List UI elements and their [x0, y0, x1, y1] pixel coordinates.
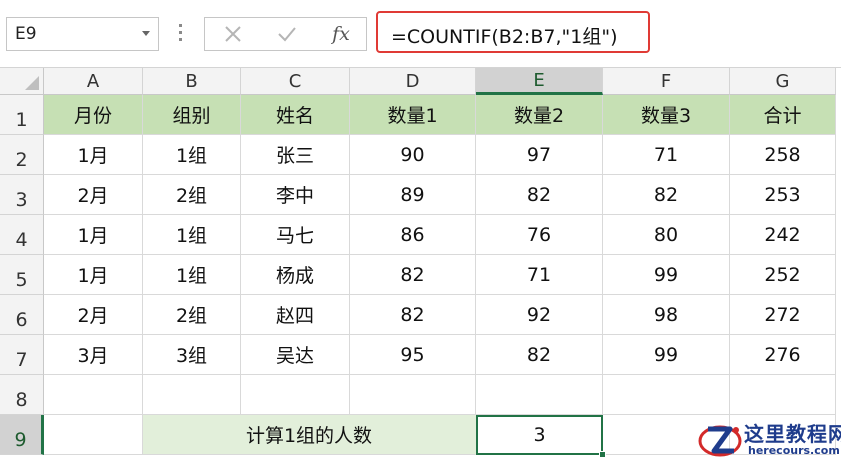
- table-cell[interactable]: 258: [730, 135, 836, 175]
- header-cell[interactable]: 月份: [44, 95, 143, 135]
- table-cell[interactable]: 82: [350, 295, 476, 335]
- empty-cell[interactable]: [44, 375, 143, 415]
- table-cell[interactable]: 1月: [44, 135, 143, 175]
- chevron-down-icon[interactable]: [142, 31, 150, 36]
- header-cell[interactable]: 数量2: [476, 95, 603, 135]
- header-cell[interactable]: 数量3: [603, 95, 730, 135]
- table-cell[interactable]: 2组: [143, 175, 241, 215]
- table-cell[interactable]: 82: [603, 175, 730, 215]
- row-header-5[interactable]: 5: [0, 255, 44, 295]
- logo-url: herecours.com: [748, 444, 840, 457]
- select-all-icon: [25, 76, 39, 90]
- empty-cell[interactable]: [143, 375, 241, 415]
- x-icon: [225, 26, 241, 42]
- empty-cell[interactable]: [44, 415, 143, 455]
- table-cell[interactable]: 99: [603, 255, 730, 295]
- insert-function-button[interactable]: fx: [321, 18, 361, 50]
- table-cell[interactable]: 80: [603, 215, 730, 255]
- header-cell[interactable]: 姓名: [241, 95, 350, 135]
- table-cell[interactable]: 2组: [143, 295, 241, 335]
- table-cell[interactable]: 76: [476, 215, 603, 255]
- table-cell[interactable]: 1组: [143, 135, 241, 175]
- header-cell[interactable]: 数量1: [350, 95, 476, 135]
- row-header-6[interactable]: 6: [0, 295, 44, 335]
- table-cell[interactable]: 95: [350, 335, 476, 375]
- table-cell[interactable]: 1月: [44, 215, 143, 255]
- logo-emblem-icon: [698, 425, 742, 457]
- table-cell[interactable]: 2月: [44, 295, 143, 335]
- select-all-button[interactable]: [0, 68, 44, 95]
- formula-buttons: fx: [204, 17, 367, 51]
- table-cell[interactable]: 马七: [241, 215, 350, 255]
- table-cell[interactable]: 71: [603, 135, 730, 175]
- row-header-7[interactable]: 7: [0, 335, 44, 375]
- header-cell[interactable]: 合计: [730, 95, 836, 135]
- summary-label-cell[interactable]: 计算1组的人数: [143, 415, 476, 455]
- name-box[interactable]: E9: [6, 17, 159, 51]
- formula-input[interactable]: =COUNTIF(B2:B7,"1组"): [376, 11, 650, 53]
- table-cell[interactable]: 89: [350, 175, 476, 215]
- cancel-button[interactable]: [213, 18, 253, 50]
- more-vertical-icon[interactable]: [177, 20, 183, 46]
- column-header-b[interactable]: B: [143, 68, 241, 95]
- table-cell[interactable]: 2月: [44, 175, 143, 215]
- logo-title: 这里教程网: [744, 422, 841, 446]
- column-header-f[interactable]: F: [603, 68, 730, 95]
- table-cell[interactable]: 3组: [143, 335, 241, 375]
- table-cell[interactable]: 82: [476, 175, 603, 215]
- row-header-2[interactable]: 2: [0, 135, 44, 175]
- table-cell[interactable]: 82: [350, 255, 476, 295]
- column-header-a[interactable]: A: [44, 68, 143, 95]
- formula-text: =COUNTIF(B2:B7,"1组"): [391, 26, 618, 48]
- column-header-c[interactable]: C: [241, 68, 350, 95]
- table-cell[interactable]: 杨成: [241, 255, 350, 295]
- row-header-4[interactable]: 4: [0, 215, 44, 255]
- table-cell[interactable]: 99: [603, 335, 730, 375]
- table-cell[interactable]: 97: [476, 135, 603, 175]
- name-box-value: E9: [15, 24, 37, 44]
- table-cell[interactable]: 253: [730, 175, 836, 215]
- check-icon: [278, 27, 296, 42]
- site-logo: 这里教程网 herecours.com: [694, 415, 841, 462]
- active-cell[interactable]: 3: [476, 415, 603, 455]
- table-cell[interactable]: 98: [603, 295, 730, 335]
- header-cell[interactable]: 组别: [143, 95, 241, 135]
- table-cell[interactable]: 90: [350, 135, 476, 175]
- table-cell[interactable]: 张三: [241, 135, 350, 175]
- table-cell[interactable]: 92: [476, 295, 603, 335]
- row-header-3[interactable]: 3: [0, 175, 44, 215]
- table-cell[interactable]: 242: [730, 215, 836, 255]
- table-cell[interactable]: 71: [476, 255, 603, 295]
- function-icon: fx: [332, 23, 350, 45]
- table-cell[interactable]: 82: [476, 335, 603, 375]
- fill-handle[interactable]: [599, 451, 606, 458]
- row-header-9[interactable]: 9: [0, 415, 44, 455]
- formula-bar: E9 fx =COUNTIF(B2:B7,"1组"): [0, 0, 841, 68]
- empty-cell[interactable]: [350, 375, 476, 415]
- table-cell[interactable]: 276: [730, 335, 836, 375]
- empty-cell[interactable]: [603, 375, 730, 415]
- table-cell[interactable]: 吴达: [241, 335, 350, 375]
- table-cell[interactable]: 1月: [44, 255, 143, 295]
- empty-cell[interactable]: [476, 375, 603, 415]
- column-header-g[interactable]: G: [730, 68, 836, 95]
- column-header-e[interactable]: E: [476, 68, 603, 95]
- empty-cell[interactable]: [730, 375, 836, 415]
- enter-button[interactable]: [267, 18, 307, 50]
- table-cell[interactable]: 李中: [241, 175, 350, 215]
- table-cell[interactable]: 272: [730, 295, 836, 335]
- table-cell[interactable]: 1组: [143, 255, 241, 295]
- table-cell[interactable]: 3月: [44, 335, 143, 375]
- row-header-8[interactable]: 8: [0, 375, 44, 415]
- table-cell[interactable]: 赵四: [241, 295, 350, 335]
- row-header-1[interactable]: 1: [0, 95, 44, 135]
- empty-cell[interactable]: [241, 375, 350, 415]
- column-header-d[interactable]: D: [350, 68, 476, 95]
- table-cell[interactable]: 252: [730, 255, 836, 295]
- table-cell[interactable]: 1组: [143, 215, 241, 255]
- table-cell[interactable]: 86: [350, 215, 476, 255]
